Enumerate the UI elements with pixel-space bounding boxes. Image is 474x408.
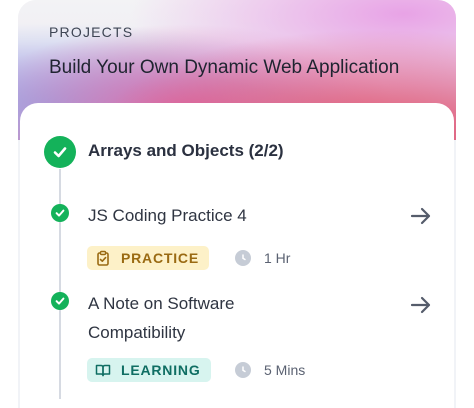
item-title-line-1[interactable]: A Note on Software <box>88 289 234 318</box>
arrow-right-icon[interactable] <box>410 205 432 227</box>
course-title: Build Your Own Dynamic Web Application <box>49 57 400 78</box>
module-card: Arrays and Objects (2/2) JS Coding Pract… <box>20 103 454 408</box>
duration-label: 5 Mins <box>264 362 306 378</box>
check-circle-icon <box>51 292 69 310</box>
section-label: PROJECTS <box>49 24 134 40</box>
clock-icon <box>235 250 251 266</box>
badge-label: PRACTICE <box>121 250 199 266</box>
item-title-line-2[interactable]: Compatibility <box>88 318 185 347</box>
course-panel: PROJECTS Build Your Own Dynamic Web Appl… <box>18 0 456 408</box>
clock-icon <box>235 362 251 378</box>
badge-learning: LEARNING <box>87 358 211 382</box>
book-open-icon <box>95 362 111 378</box>
arrow-right-icon[interactable] <box>410 294 432 316</box>
badge-practice: PRACTICE <box>87 246 209 270</box>
badge-label: LEARNING <box>121 362 201 378</box>
item-title[interactable]: JS Coding Practice 4 <box>88 201 247 230</box>
check-circle-icon <box>51 204 69 222</box>
duration-label: 1 Hr <box>264 250 291 266</box>
module-title[interactable]: Arrays and Objects (2/2) <box>88 141 284 161</box>
check-circle-icon <box>44 136 76 168</box>
clipboard-check-icon <box>95 250 111 266</box>
